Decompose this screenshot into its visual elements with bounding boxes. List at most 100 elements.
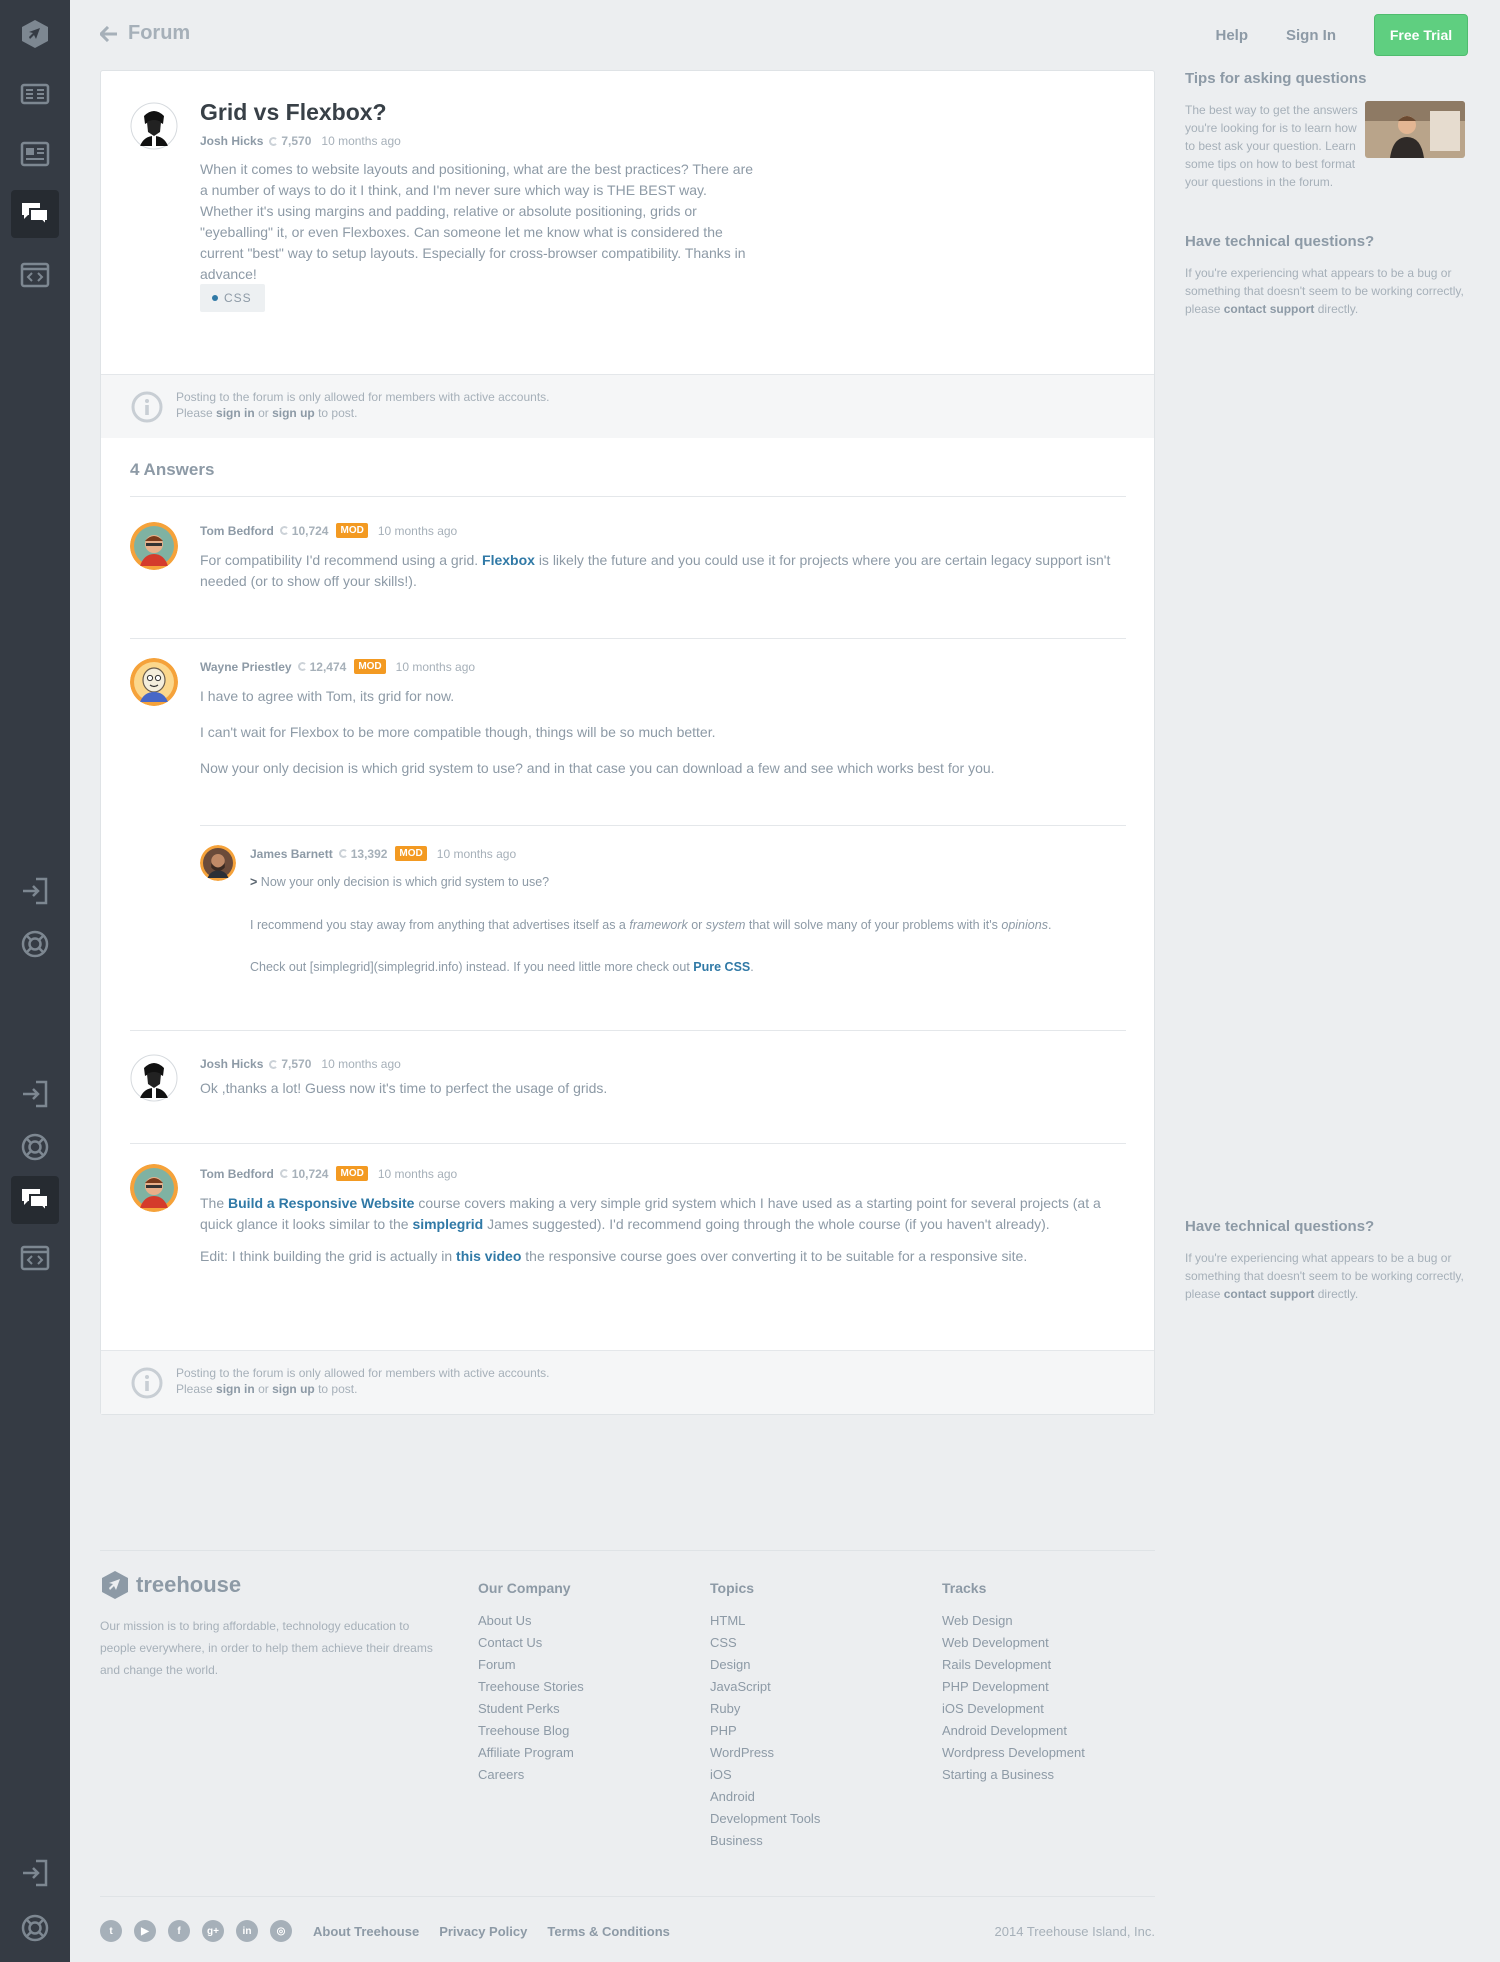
footer-link[interactable]: Student Perks: [478, 1698, 584, 1720]
footer-link[interactable]: Web Development: [942, 1632, 1085, 1654]
footer-link[interactable]: Wordpress Development: [942, 1742, 1085, 1764]
news-icon[interactable]: [11, 130, 59, 178]
answer-author-avatar[interactable]: [130, 522, 178, 570]
linkedin-icon[interactable]: in: [236, 1920, 258, 1942]
footer-link[interactable]: Careers: [478, 1764, 584, 1786]
google-plus-icon[interactable]: g+: [202, 1920, 224, 1942]
footer-link[interactable]: Treehouse Stories: [478, 1676, 584, 1698]
mod-badge: MOD: [336, 1166, 368, 1181]
answer-meta: Tom Bedford 10,724 MOD 10 months ago: [200, 523, 457, 538]
answer-author-avatar[interactable]: [130, 1054, 178, 1102]
footer-link[interactable]: Contact Us: [478, 1632, 584, 1654]
footer-link[interactable]: WordPress: [710, 1742, 820, 1764]
treehouse-logo-icon[interactable]: [11, 10, 59, 58]
reply-paragraph: Check out [simplegrid](simplegrid.info) …: [250, 960, 754, 974]
divider: [130, 638, 1126, 639]
tag-css[interactable]: CSS: [200, 284, 265, 312]
flexbox-link[interactable]: Flexbox: [482, 552, 535, 568]
footer-column-heading: Topics: [710, 1580, 755, 1596]
reply-author-name[interactable]: James Barnett: [250, 847, 333, 861]
question-author-avatar[interactable]: [130, 102, 178, 150]
free-trial-button[interactable]: Free Trial: [1374, 14, 1468, 56]
twitter-icon[interactable]: t: [100, 1920, 122, 1942]
contact-support-link[interactable]: contact support: [1224, 302, 1315, 316]
footer-link[interactable]: iOS: [710, 1764, 820, 1786]
site-footer: treehouse Our mission is to bring afford…: [100, 1550, 1155, 1962]
support-icon[interactable]: [11, 920, 59, 968]
footer-link[interactable]: Android Development: [942, 1720, 1085, 1742]
footer-link[interactable]: Design: [710, 1654, 820, 1676]
answer-author-avatar[interactable]: [130, 658, 178, 706]
build-responsive-website-link[interactable]: Build a Responsive Website: [228, 1195, 414, 1211]
answer-paragraph: I can't wait for Flexbox to be more comp…: [200, 724, 716, 740]
footer-link[interactable]: Treehouse Blog: [478, 1720, 584, 1742]
footer-link[interactable]: PHP: [710, 1720, 820, 1742]
facebook-icon[interactable]: f: [168, 1920, 190, 1942]
forum-icon[interactable]: [11, 1176, 59, 1224]
footer-link[interactable]: Rails Development: [942, 1654, 1085, 1676]
answer-author-name[interactable]: Tom Bedford: [200, 1167, 274, 1181]
sign-in-icon[interactable]: [11, 867, 59, 915]
help-link[interactable]: Help: [1215, 27, 1248, 44]
answer-author-name[interactable]: Wayne Priestley: [200, 660, 292, 674]
instagram-icon[interactable]: ◎: [270, 1920, 292, 1942]
answer-author-avatar[interactable]: [130, 1164, 178, 1212]
footer-link[interactable]: Web Design: [942, 1610, 1085, 1632]
code-workspace-icon[interactable]: [11, 251, 59, 299]
contact-support-link[interactable]: contact support: [1224, 1287, 1315, 1301]
reply-paragraph: I recommend you stay away from anything …: [250, 918, 1052, 932]
terms-conditions-link[interactable]: Terms & Conditions: [547, 1924, 670, 1939]
footer-link[interactable]: Android: [710, 1786, 820, 1808]
this-video-link[interactable]: this video: [456, 1248, 521, 1264]
answer-paragraph: Now your only decision is which grid sys…: [200, 760, 995, 776]
notice-sign-up-link[interactable]: sign up: [272, 1382, 315, 1396]
points-value: 7,570: [281, 1057, 312, 1071]
footer-link[interactable]: About Us: [478, 1610, 584, 1632]
question-author-name[interactable]: Josh Hicks: [200, 134, 263, 148]
question-time: 10 months ago: [321, 134, 401, 148]
notice-line-1: Posting to the forum is only allowed for…: [176, 1366, 550, 1380]
answer-meta: Josh Hicks 7,570 10 months ago: [200, 1057, 401, 1071]
youtube-icon[interactable]: ▶: [134, 1920, 156, 1942]
footer-link[interactable]: CSS: [710, 1632, 820, 1654]
tips-video-thumbnail[interactable]: [1365, 101, 1465, 158]
notice-sign-in-link[interactable]: sign in: [216, 1382, 255, 1396]
pure-css-link[interactable]: Pure CSS: [693, 960, 750, 974]
treehouse-logo-icon: [102, 1571, 128, 1599]
support-icon[interactable]: [11, 1904, 59, 1952]
code-workspace-icon[interactable]: [11, 1234, 59, 1282]
back-to-forum-link[interactable]: Forum: [100, 22, 190, 45]
privacy-policy-link[interactable]: Privacy Policy: [439, 1924, 527, 1939]
sign-in-icon[interactable]: [11, 1070, 59, 1118]
footer-link[interactable]: Forum: [478, 1654, 584, 1676]
sign-in-link[interactable]: Sign In: [1286, 27, 1336, 44]
footer-link[interactable]: Affiliate Program: [478, 1742, 584, 1764]
library-icon[interactable]: [11, 70, 59, 118]
top-bar: Forum Help Sign In Free Trial: [70, 0, 1500, 68]
answer-author-name[interactable]: Tom Bedford: [200, 524, 274, 538]
reply-author-avatar[interactable]: [200, 845, 236, 881]
answer-author-name[interactable]: Josh Hicks: [200, 1057, 263, 1071]
answer-paragraph: The Build a Responsive Website course co…: [200, 1195, 1101, 1232]
sign-in-icon[interactable]: [11, 1849, 59, 1897]
footer-link[interactable]: HTML: [710, 1610, 820, 1632]
points-value: 10,724: [291, 1166, 329, 1181]
footer-link[interactable]: Development Tools: [710, 1808, 820, 1830]
answer-time: 10 months ago: [321, 1057, 401, 1071]
forum-icon[interactable]: [11, 190, 59, 238]
support-icon[interactable]: [11, 1123, 59, 1171]
footer-link[interactable]: PHP Development: [942, 1676, 1085, 1698]
posting-notice: Posting to the forum is only allowed for…: [101, 1350, 1154, 1414]
footer-link[interactable]: iOS Development: [942, 1698, 1085, 1720]
footer-logo-text: treehouse: [136, 1572, 242, 1597]
footer-link[interactable]: Starting a Business: [942, 1764, 1085, 1786]
footer-link[interactable]: JavaScript: [710, 1676, 820, 1698]
about-treehouse-link[interactable]: About Treehouse: [313, 1924, 419, 1939]
notice-sign-in-link[interactable]: sign in: [216, 406, 255, 420]
notice-sign-up-link[interactable]: sign up: [272, 406, 315, 420]
footer-link[interactable]: Business: [710, 1830, 820, 1852]
answer-author-points: 10,724: [279, 524, 328, 538]
footer-link[interactable]: Ruby: [710, 1698, 820, 1720]
footer-logo[interactable]: treehouse: [100, 1570, 241, 1600]
simplegrid-link[interactable]: simplegrid: [412, 1216, 483, 1232]
